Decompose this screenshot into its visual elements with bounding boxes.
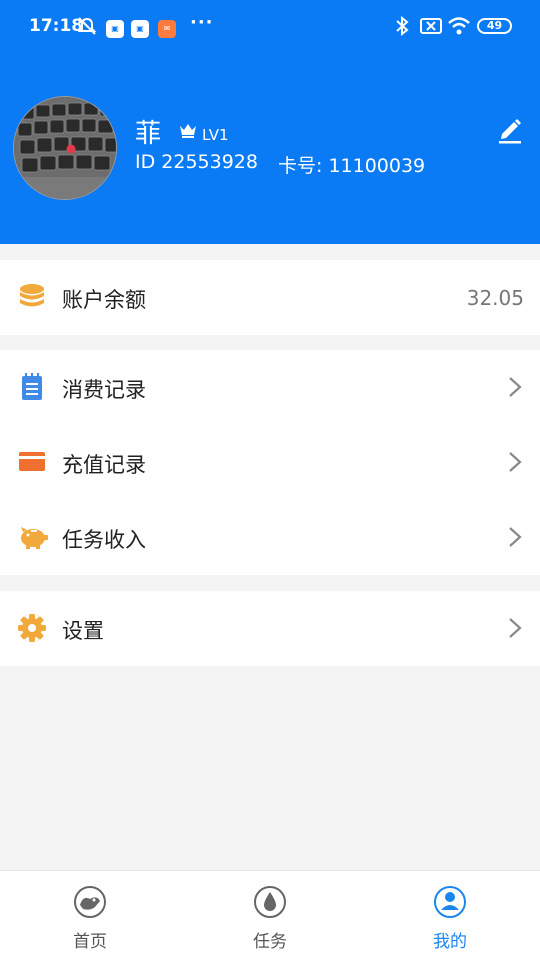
bluetooth-icon [395,15,409,40]
tab-mine[interactable]: 我的 [360,871,540,960]
chevron-right-icon [506,617,524,639]
user-icon [434,886,466,918]
tab-label: 我的 [433,932,467,952]
user-id: ID 22553928 [135,151,258,173]
balance-row[interactable]: 账户余额 32.05 [0,260,540,335]
wifi-icon [447,16,471,40]
crown-icon [178,122,198,142]
status-bar: 17:18 ▣ ▣ ✉ ··· 49 [0,0,540,52]
home-icon [74,886,106,918]
notepad-icon [18,373,46,401]
coins-icon [18,283,46,311]
chevron-right-icon [506,451,524,473]
no-sim-icon [420,16,442,40]
pencil-icon [499,119,521,144]
menu-item-task-income[interactable]: 任务收入 [0,500,540,575]
status-time: 17:18 [29,16,84,36]
user-name: 菲 [135,119,162,149]
card-number: 卡号: 11100039 [278,155,426,177]
keyboard-photo [14,97,116,199]
balance-value: 32.05 [466,286,524,310]
menu-item-settings[interactable]: 设置 [0,591,540,666]
menu-item-label: 消费记录 [62,378,146,402]
tab-label: 任务 [253,932,287,952]
balance-label: 账户余额 [62,288,146,312]
mail-notification-icon: ✉ [158,16,176,38]
alarm-off-icon [77,16,97,40]
menu-item-label: 任务收入 [62,528,146,552]
more-notifications-icon: ··· [190,12,214,33]
task-drop-icon [254,886,286,918]
profile-header: 17:18 ▣ ▣ ✉ ··· 49 菲 LV1 ID 22553928 卡号:… [0,0,540,244]
settings-section: 设置 [0,591,540,666]
chevron-right-icon [506,376,524,398]
bottom-navigation: 首页 任务 我的 [0,870,540,960]
gear-icon [18,614,46,642]
menu-item-recharge-records[interactable]: 充值记录 [0,425,540,500]
menu-item-label: 充值记录 [62,453,146,477]
tab-label: 首页 [73,932,107,952]
piggy-bank-icon [18,523,48,551]
avatar[interactable] [13,96,117,200]
tab-tasks[interactable]: 任务 [180,871,360,960]
card-icon [18,448,46,476]
app-notification-icon: ▣ [106,16,124,38]
chevron-right-icon [506,526,524,548]
app-notification-icon: ▣ [131,16,149,38]
tab-home[interactable]: 首页 [0,871,180,960]
edit-profile-button[interactable] [496,114,524,144]
battery-indicator: 49 [477,18,512,34]
menu-item-label: 设置 [62,619,104,643]
records-section: 消费记录 充值记录 任务收入 [0,350,540,575]
menu-item-consumption-records[interactable]: 消费记录 [0,350,540,425]
user-level: LV1 [202,126,229,144]
balance-section: 账户余额 32.05 [0,260,540,335]
